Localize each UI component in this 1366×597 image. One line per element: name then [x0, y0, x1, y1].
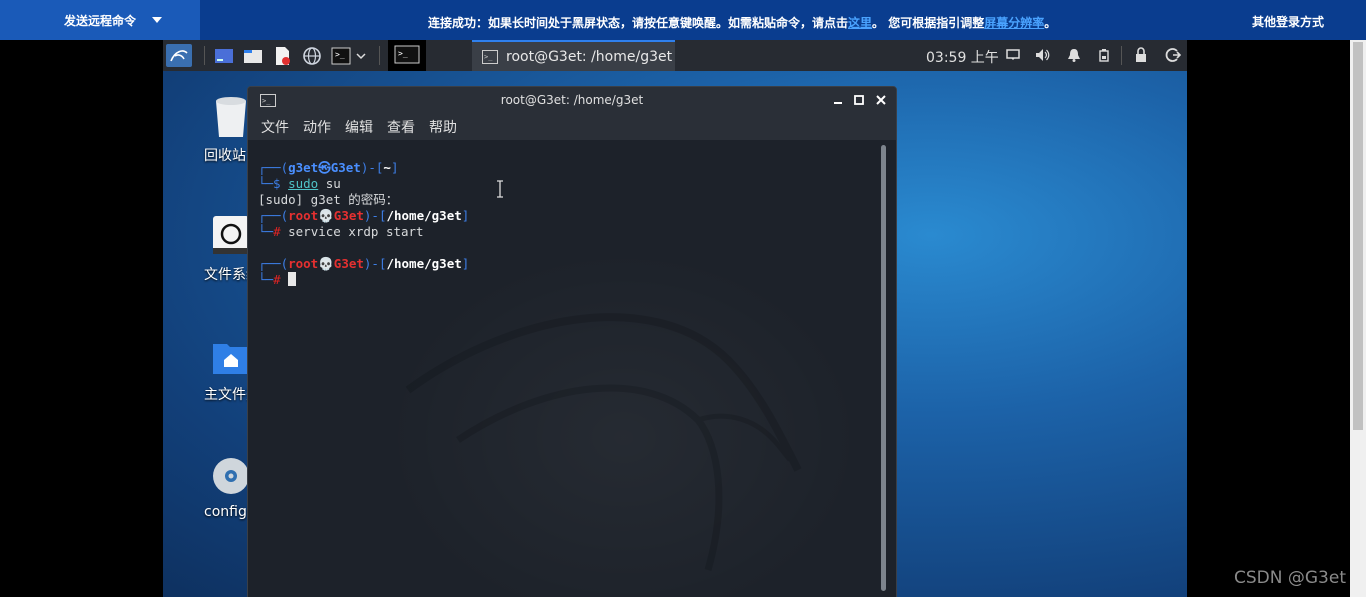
prompt-symbol: 💀	[318, 208, 334, 223]
menu-edit[interactable]: 编辑	[345, 117, 373, 137]
workspace-switcher[interactable]: >_	[388, 40, 426, 71]
chevron-down-icon[interactable]	[355, 44, 367, 67]
resolution-link[interactable]: 屏幕分辨率	[984, 16, 1044, 30]
prompt-user: root	[288, 256, 319, 271]
taskbar-separator	[379, 46, 380, 65]
prompt-host: G3et	[330, 160, 361, 175]
svg-text:>_: >_	[335, 50, 345, 59]
prompt-dir: ~	[383, 160, 391, 175]
kali-dragon-watermark	[405, 313, 802, 571]
logout-icon[interactable]	[1165, 47, 1181, 63]
text-editor-icon[interactable]	[271, 44, 293, 67]
terminal-text: ┌──(g3et㉿G3et)-[~] └─$ sudo su [sudo] g3…	[258, 160, 470, 287]
menu-file[interactable]: 文件	[261, 117, 289, 137]
terminal-scrollbar[interactable]	[881, 145, 886, 591]
command-text: sudo	[288, 176, 319, 191]
page-scrollbar-thumb[interactable]	[1353, 42, 1363, 430]
terminal-output[interactable]: ┌──(g3et㉿G3et)-[~] └─$ sudo su [sudo] g3…	[248, 140, 896, 597]
disc-icon	[211, 454, 251, 498]
page-scrollbar[interactable]	[1350, 40, 1366, 597]
terminal-menubar: 文件 动作 编辑 查看 帮助	[248, 114, 896, 140]
command-text: service xrdp start	[288, 224, 424, 239]
prompt-user: g3et	[288, 160, 319, 175]
text-cursor-icon	[497, 180, 503, 198]
terminal-window[interactable]: >_ root@G3et: /home/g3et 文件 动作 编辑 查看 帮助	[247, 86, 897, 597]
file-manager-icon[interactable]	[242, 44, 264, 67]
taskbar: >_ >_ >_ root@G3et: /home/g3et 03:59 上午	[163, 40, 1187, 71]
trash-icon	[211, 95, 251, 139]
send-remote-command-button[interactable]: 发送远程命令	[0, 0, 200, 40]
prompt-host: G3et	[333, 208, 364, 223]
volume-icon[interactable]	[1035, 47, 1051, 63]
text-cursor	[288, 272, 297, 286]
notice-text: 连接成功：如果长时间处于黑屏状态，请按任意键唤醒。如需粘贴命令，请点击	[428, 16, 849, 30]
terminal-title: root@G3et: /home/g3et	[500, 93, 644, 107]
close-icon[interactable]	[874, 93, 888, 107]
prompt-host: G3et	[333, 256, 364, 271]
send-remote-command-label: 发送远程命令	[64, 13, 137, 28]
browser-icon[interactable]	[301, 44, 323, 67]
paste-command-link[interactable]: 这里	[848, 16, 872, 30]
command-arg: su	[325, 176, 341, 191]
maximize-icon[interactable]	[852, 93, 866, 107]
remote-toolbar: 发送远程命令 连接成功：如果长时间处于黑屏状态，请按任意键唤醒。如需粘贴命令，请…	[0, 0, 1366, 40]
notice-text-middle: 。 您可根据指引调整	[872, 16, 985, 30]
prompt-symbol: 💀	[318, 256, 334, 271]
bell-icon[interactable]	[1066, 47, 1082, 63]
taskbar-separator	[204, 46, 205, 65]
battery-icon[interactable]	[1096, 47, 1112, 63]
prompt-dir: /home/g3et	[386, 256, 462, 271]
kali-menu-icon[interactable]	[166, 44, 192, 67]
show-desktop-icon[interactable]	[213, 44, 235, 67]
terminal-titlebar[interactable]: >_ root@G3et: /home/g3et	[248, 87, 896, 114]
lock-icon[interactable]	[1133, 47, 1149, 63]
taskbar-window-label: root@G3et: /home/g3et	[506, 48, 673, 65]
terminal-icon: >_	[482, 49, 498, 64]
drive-icon	[211, 214, 251, 258]
password-prompt: [sudo] g3et 的密码：	[258, 192, 399, 207]
home-folder-icon	[211, 334, 251, 378]
connection-notice: 连接成功：如果长时间处于黑屏状态，请按任意键唤醒。如需粘贴命令，请点击这里。 您…	[428, 14, 1056, 31]
other-login-button[interactable]: 其他登录方式	[1252, 13, 1324, 30]
terminal-launcher-icon[interactable]: >_	[330, 44, 352, 67]
remote-desktop: >_ >_ >_ root@G3et: /home/g3et 03:59 上午	[163, 40, 1187, 597]
notice-text-end: 。	[1044, 16, 1057, 30]
menu-view[interactable]: 查看	[387, 117, 415, 137]
taskbar-separator	[1121, 46, 1122, 65]
svg-text:>_: >_	[484, 53, 493, 61]
prompt-user: root	[288, 208, 319, 223]
prompt-symbol: ㉿	[318, 160, 331, 175]
watermark: CSDN @G3et	[1234, 568, 1346, 588]
notification-display-icon[interactable]	[1005, 47, 1021, 63]
clock[interactable]: 03:59 上午	[926, 47, 999, 67]
prompt-dir: /home/g3et	[386, 208, 462, 223]
svg-text:>_: >_	[398, 49, 408, 58]
minimize-icon[interactable]	[831, 93, 845, 107]
chevron-down-icon[interactable]	[152, 17, 163, 23]
menu-action[interactable]: 动作	[303, 117, 331, 137]
menu-help[interactable]: 帮助	[429, 117, 457, 137]
taskbar-window-terminal[interactable]: >_ root@G3et: /home/g3et	[472, 40, 675, 71]
